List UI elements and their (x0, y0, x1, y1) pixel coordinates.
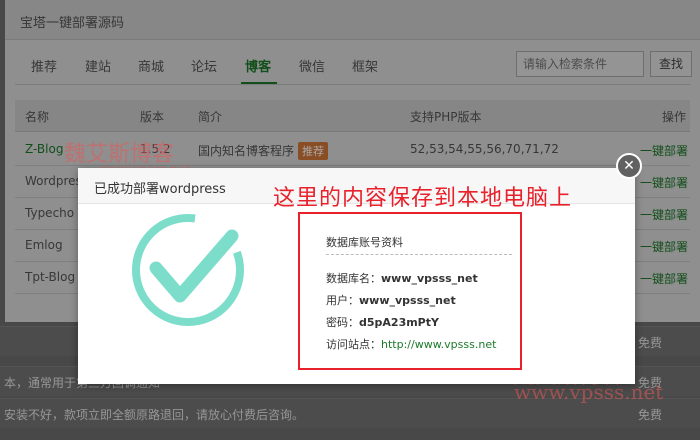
success-check-icon (128, 210, 248, 330)
dialog-title: 已成功部署wordpress (94, 182, 226, 197)
db-name-label: 数据库名： (326, 272, 381, 285)
db-user-line: 用户：www_vpsss_net (326, 292, 456, 308)
close-icon: ✕ (623, 158, 635, 174)
annotation-text: 这里的内容保存到本地电脑上 (273, 186, 573, 211)
db-password-label: 密码： (326, 316, 359, 329)
db-password-value: d5pA23mPtY (359, 316, 439, 329)
close-dialog-button[interactable]: ✕ (616, 153, 642, 179)
db-name-value: www_vpsss_net (381, 272, 478, 285)
db-user-label: 用户： (326, 294, 359, 307)
site-url-line: 访问站点：http://www.vpsss.net (326, 336, 496, 352)
db-name-line: 数据库名：www_vpsss_net (326, 270, 478, 286)
db-user-value: www_vpsss_net (359, 294, 456, 307)
info-divider (326, 254, 512, 255)
database-info-box: 数据库账号资料 数据库名：www_vpsss_net 用户：www_vpsss_… (298, 212, 522, 370)
db-info-title: 数据库账号资料 (326, 236, 403, 249)
site-url-label: 访问站点： (326, 338, 381, 351)
db-password-line: 密码：d5pA23mPtY (326, 314, 439, 330)
site-url-link[interactable]: http://www.vpsss.net (381, 338, 496, 351)
